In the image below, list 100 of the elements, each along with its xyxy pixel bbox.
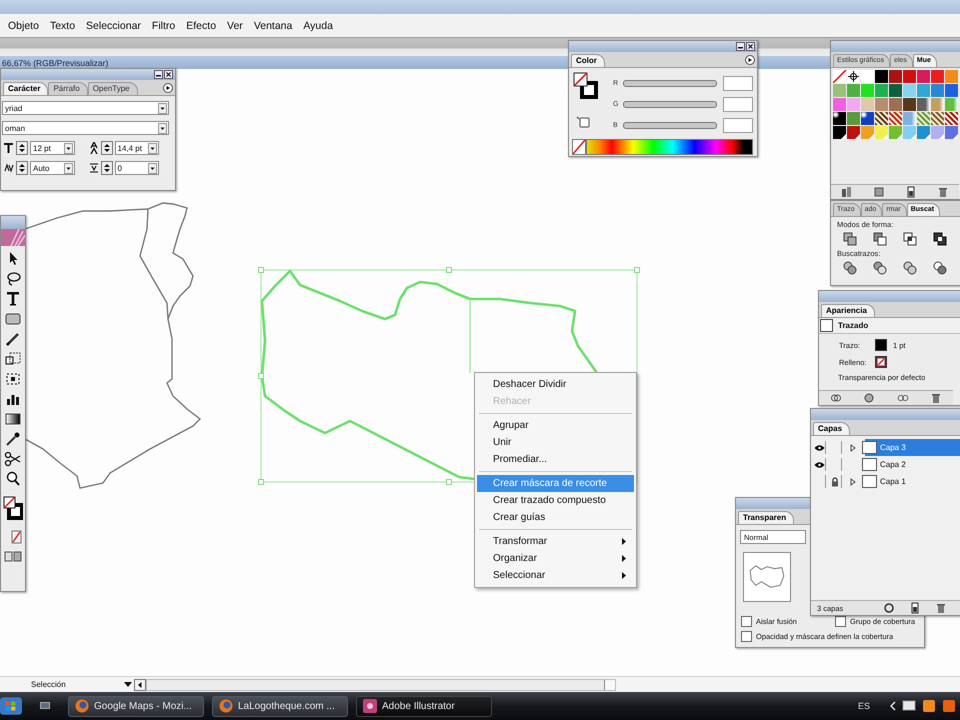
color-swatch-icon[interactable] [847, 98, 860, 111]
minimize-icon[interactable] [154, 70, 163, 79]
menu-item[interactable]: Ventana [254, 20, 292, 32]
selection-handle[interactable] [446, 479, 452, 485]
color-swatch-icon[interactable] [861, 112, 874, 125]
color-swatch-icon[interactable] [917, 70, 930, 83]
rectangle-icon[interactable] [4, 311, 22, 327]
selection-handle[interactable] [634, 267, 640, 273]
value-field[interactable] [723, 76, 753, 91]
menu-item[interactable]: Ver [227, 20, 243, 32]
none-swatch-icon[interactable] [833, 70, 846, 83]
circle-icon[interactable] [863, 392, 876, 404]
scale-icon[interactable] [4, 351, 22, 367]
tracking-field[interactable]: 0 [114, 161, 159, 175]
color-swatch-icon[interactable] [861, 70, 874, 83]
taskbar-button[interactable]: Adobe Illustrator [356, 696, 492, 716]
menu-item[interactable]: Filtro [152, 20, 176, 32]
color-swatch-icon[interactable] [875, 98, 888, 111]
color-swatch-icon[interactable] [847, 126, 860, 139]
kerning-field[interactable]: Auto [30, 161, 74, 175]
color-swatch-icon[interactable] [847, 112, 860, 125]
menu-item[interactable]: Organizar [477, 550, 634, 567]
horizontal-scrollbar[interactable] [146, 678, 616, 690]
magnifier-icon[interactable] [4, 471, 22, 487]
color-swatch-icon[interactable] [861, 98, 874, 111]
panel-tab[interactable]: Capas [813, 422, 850, 435]
color-swatch-icon[interactable] [903, 112, 916, 125]
font-family-field[interactable]: yriad [2, 101, 169, 115]
fill-swatch-icon[interactable] [875, 356, 887, 368]
color-swatch-icon[interactable] [917, 98, 930, 111]
spinner-icon[interactable] [16, 161, 28, 175]
square-icon[interactable] [873, 186, 885, 198]
layer-row[interactable]: Capa 1 [811, 473, 960, 490]
color-swatch-icon[interactable] [833, 98, 846, 111]
color-swatch-icon[interactable] [875, 84, 888, 97]
two-circles-icon[interactable] [896, 392, 909, 404]
tool-status-dropdown[interactable]: Selección [28, 678, 134, 690]
pencil-icon[interactable] [4, 331, 22, 347]
panel-tab[interactable]: Párrafo [48, 82, 88, 95]
color-swatch-icon[interactable] [931, 70, 944, 83]
color-swatch-icon[interactable] [945, 70, 958, 83]
menu-item[interactable]: Ayuda [303, 20, 333, 32]
appearance-item-row[interactable]: Trazado [819, 318, 960, 334]
fill-stroke-icon[interactable] [573, 72, 599, 100]
lock-toggle[interactable] [829, 475, 842, 488]
mask-thumbnail[interactable] [743, 552, 791, 602]
fill-stroke-icon[interactable] [3, 495, 23, 521]
menu-item[interactable]: Agrupar [477, 417, 634, 434]
color-swatch-icon[interactable] [889, 126, 902, 139]
color-swatch-icon[interactable] [889, 98, 902, 111]
gradient-icon[interactable] [4, 411, 22, 427]
panel-tab[interactable]: Apariencia [821, 304, 875, 317]
books-icon[interactable] [841, 186, 853, 198]
menu-item[interactable]: Objeto [8, 20, 39, 32]
color-swatch-icon[interactable] [889, 70, 902, 83]
color-spectrum[interactable] [586, 139, 753, 155]
monitor-icon[interactable] [902, 699, 916, 713]
menu-item[interactable]: Promediar... [477, 451, 634, 468]
warp-icon[interactable] [4, 371, 22, 387]
ring-icon[interactable] [883, 602, 896, 614]
menu-item[interactable]: Texto [50, 20, 76, 32]
color-swatch-icon[interactable] [833, 126, 846, 139]
color-swatch-icon[interactable] [875, 126, 888, 139]
color-swatch-icon[interactable] [875, 70, 888, 83]
panel-menu-icon[interactable] [163, 82, 173, 92]
color-swatch-icon[interactable] [931, 84, 944, 97]
overlapping-squares-icon[interactable] [903, 232, 917, 246]
color-swatch-icon[interactable] [833, 84, 846, 97]
menu-item[interactable]: Deshacer Dividir [477, 376, 634, 393]
color-swatch-icon[interactable] [861, 126, 874, 139]
color-swatch-icon[interactable] [917, 84, 930, 97]
tray-app-icon[interactable] [942, 699, 956, 713]
checkbox[interactable] [835, 616, 846, 627]
tray-app-icon[interactable] [922, 699, 936, 713]
menu-item[interactable]: Unir [477, 434, 634, 451]
color-swatch-icon[interactable] [931, 126, 944, 139]
spinner-icon[interactable] [16, 141, 28, 155]
chevron-icon[interactable] [890, 701, 896, 711]
type-tool-icon[interactable] [4, 291, 22, 307]
panel-tab[interactable]: Transparen [738, 511, 794, 524]
color-swatch-icon[interactable] [875, 112, 888, 125]
selection-handle[interactable] [258, 267, 264, 273]
visibility-toggle[interactable] [813, 458, 826, 471]
scroll-left-button[interactable] [134, 678, 146, 690]
selection-handle[interactable] [446, 267, 452, 273]
menu-item[interactable]: Crear guías [477, 509, 634, 526]
color-swatch-icon[interactable] [861, 84, 874, 97]
panel-tab[interactable]: Carácter [3, 82, 48, 95]
color-swatch-icon[interactable] [903, 98, 916, 111]
overlapping-squares-icon[interactable] [843, 232, 857, 246]
color-swatch-icon[interactable] [833, 112, 846, 125]
panel-tab[interactable]: OpenType [88, 82, 138, 95]
color-swatch-icon[interactable] [903, 70, 916, 83]
color-swatch-icon[interactable] [945, 126, 958, 139]
small-square-icon[interactable] [576, 114, 590, 128]
font-size-field[interactable]: 12 pt [30, 141, 74, 155]
close-icon[interactable] [746, 42, 755, 51]
selection-handle[interactable] [258, 373, 264, 379]
trash-icon[interactable] [935, 602, 948, 614]
menu-item[interactable]: Seleccionar [477, 567, 634, 584]
